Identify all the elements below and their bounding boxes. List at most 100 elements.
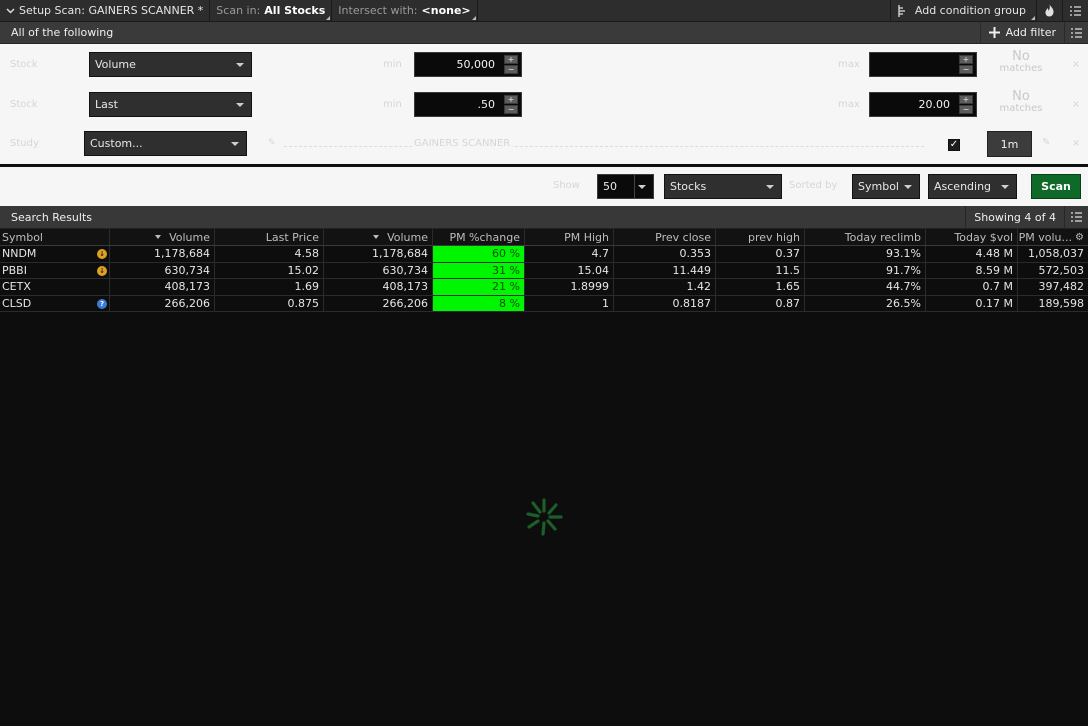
table-row[interactable]: CETX 408,173 1.69 408,173 21 % 1.8999 1.42 1.65… — [0, 279, 1088, 296]
symbol-text: CETX — [2, 280, 31, 294]
hot-scans-button[interactable] — [1036, 0, 1062, 22]
study-plot-line — [284, 146, 924, 147]
edit-study-icon[interactable]: ✎ — [1042, 137, 1050, 148]
scan-in-value: All Stocks — [264, 4, 326, 17]
scan-type-dropdown[interactable]: Stocks — [664, 174, 782, 199]
intersect-selector[interactable]: Intersect with: <none> — [332, 0, 478, 22]
cell-symbol[interactable]: NNDM ↓ — [0, 246, 110, 262]
filter-header: All of the following Add filter — [0, 21, 1088, 44]
column-header-pm-change[interactable]: PM %change — [433, 229, 525, 245]
min-stepper[interactable]: + − — [504, 95, 518, 114]
cell-value: 15.04 — [577, 263, 610, 277]
increment-icon[interactable]: + — [504, 55, 518, 64]
sort-caret-icon — [155, 235, 162, 239]
decrement-icon[interactable]: − — [504, 65, 518, 74]
cell-value: 0.875 — [287, 296, 320, 310]
column-header-label: Today reclimb — [844, 230, 921, 244]
study-dropdown[interactable]: Custom... — [84, 131, 247, 156]
results-menu-button[interactable] — [1064, 205, 1088, 229]
increment-icon[interactable]: + — [504, 95, 518, 104]
study-enabled-checkbox[interactable]: ✓ — [948, 139, 960, 151]
filter-field-dropdown[interactable]: Last — [89, 92, 252, 117]
column-header-pm-high[interactable]: PM High — [525, 229, 614, 245]
cell-value: 11.5 — [775, 263, 801, 277]
remove-filter-icon[interactable]: × — [1072, 99, 1080, 110]
cell-value: 0.8187 — [672, 296, 712, 310]
max-stepper[interactable]: + − — [959, 95, 973, 114]
min-input[interactable]: 50,000 + − — [414, 52, 522, 77]
results-header: Search Results Showing 4 of 4 — [0, 205, 1088, 229]
remove-filter-icon[interactable]: × — [1072, 138, 1080, 149]
cell-pm-change: 31 % — [433, 262, 525, 278]
cell-symbol[interactable]: PBBI ↓ — [0, 262, 110, 278]
filter-row-volume: Stock Volume min 50,000 + − max + − No mat… — [0, 49, 1088, 81]
table-row[interactable]: CLSD? 266,206 0.875 266,206 8 % 1 0.8187 0.87 26… — [0, 295, 1088, 312]
pencil-icon[interactable]: ✎ — [268, 138, 276, 148]
sort-field-dropdown[interactable]: Symbol — [852, 174, 920, 199]
sort-order-dropdown[interactable]: Ascending — [928, 174, 1017, 199]
min-stepper[interactable]: + − — [504, 55, 518, 74]
cell-symbol[interactable]: CLSD? — [0, 295, 110, 311]
table-row[interactable]: NNDM ↓ 1,178,684 4.58 1,178,684 60 % 4.7 0.353 0… — [0, 246, 1088, 263]
column-header-last-price[interactable]: Last Price — [215, 229, 324, 245]
cell-value: 0.353 — [679, 247, 712, 261]
add-condition-group-button[interactable]: Add condition group — [889, 0, 1036, 22]
column-header-today-reclimb[interactable]: Today reclimb — [805, 229, 926, 245]
aggregation-button[interactable]: 1m — [987, 131, 1032, 157]
table-row[interactable]: PBBI ↓ 630,734 15.02 630,734 31 % 15.04 11.449 1… — [0, 262, 1088, 279]
match-status-line1: No — [1012, 49, 1030, 64]
min-input[interactable]: .50 + − — [414, 92, 522, 117]
cell-value: 4.58 — [294, 247, 320, 261]
cell-value: 21 % — [492, 280, 520, 294]
show-count-value: 50 — [603, 180, 617, 193]
scan-in-selector[interactable]: Scan in: All Stocks — [210, 0, 333, 22]
info-icon[interactable]: ? — [97, 298, 107, 309]
remove-filter-icon[interactable]: × — [1072, 59, 1080, 70]
max-stepper[interactable]: + − — [959, 55, 973, 74]
cell-prev-close: 0.353 — [614, 246, 716, 262]
cell-value: 8 % — [499, 296, 520, 310]
cell-symbol[interactable]: CETX — [0, 279, 110, 295]
cell-pm-volume: 572,503 — [1018, 263, 1088, 279]
scan-toolbar: Setup Scan: GAINERS SCANNER * Scan in: A… — [0, 0, 1088, 22]
decrement-icon[interactable]: − — [504, 105, 518, 114]
column-header-prev-close[interactable]: Prev close — [614, 229, 716, 245]
show-count-dropdown[interactable]: 50 — [597, 174, 654, 199]
add-condition-group-label: Add condition group — [914, 4, 1026, 17]
column-header-pm-volume[interactable]: PM volu... ⚙ — [1018, 229, 1088, 245]
filter-menu-button[interactable] — [1064, 21, 1088, 44]
column-header-label: PM volu... — [1018, 230, 1073, 244]
aggregation-value: 1m — [1000, 137, 1019, 151]
column-header-symbol[interactable]: Symbol — [0, 229, 110, 245]
column-header-prev-high[interactable]: prev high — [716, 229, 805, 245]
column-header-volume-2[interactable]: Volume — [324, 229, 433, 245]
cell-value: 31 % — [492, 263, 520, 277]
cell-volume-2: 266,206 — [324, 295, 433, 311]
increment-icon[interactable]: + — [959, 55, 973, 64]
increment-icon[interactable]: + — [959, 95, 973, 104]
max-input[interactable]: + − — [869, 52, 977, 77]
cell-value: 266,206 — [382, 296, 429, 310]
cell-volume-2: 630,734 — [324, 262, 433, 278]
scan-button[interactable]: Scan — [1031, 174, 1081, 199]
gear-icon[interactable]: ⚙ — [1075, 232, 1084, 243]
filter-field-dropdown[interactable]: Volume — [89, 52, 252, 77]
cell-today-dollar-vol: 0.7 M — [926, 279, 1018, 295]
decrement-icon[interactable]: − — [959, 65, 973, 74]
column-header-label: prev high — [747, 230, 800, 244]
match-status: No matches — [991, 49, 1051, 75]
column-header-today-dollar-vol[interactable]: Today $vol — [926, 229, 1018, 245]
setup-scan-dropdown[interactable]: Setup Scan: GAINERS SCANNER * — [0, 0, 211, 22]
cell-value: 1,178,684 — [372, 247, 428, 261]
column-header-volume[interactable]: Volume — [110, 229, 215, 245]
earnings-icon[interactable]: ↓ — [97, 265, 107, 276]
add-filter-button[interactable]: Add filter — [979, 21, 1064, 44]
earnings-icon[interactable]: ↓ — [97, 249, 107, 259]
max-input[interactable]: 20.00 + − — [869, 92, 977, 117]
menu-button[interactable] — [1062, 0, 1088, 22]
sort-caret-icon — [373, 235, 380, 239]
cell-pm-volume: 1,058,037 — [1018, 246, 1088, 262]
cell-prev-close: 11.449 — [614, 262, 716, 278]
decrement-icon[interactable]: − — [959, 105, 973, 114]
dropdown-divider — [634, 175, 635, 198]
